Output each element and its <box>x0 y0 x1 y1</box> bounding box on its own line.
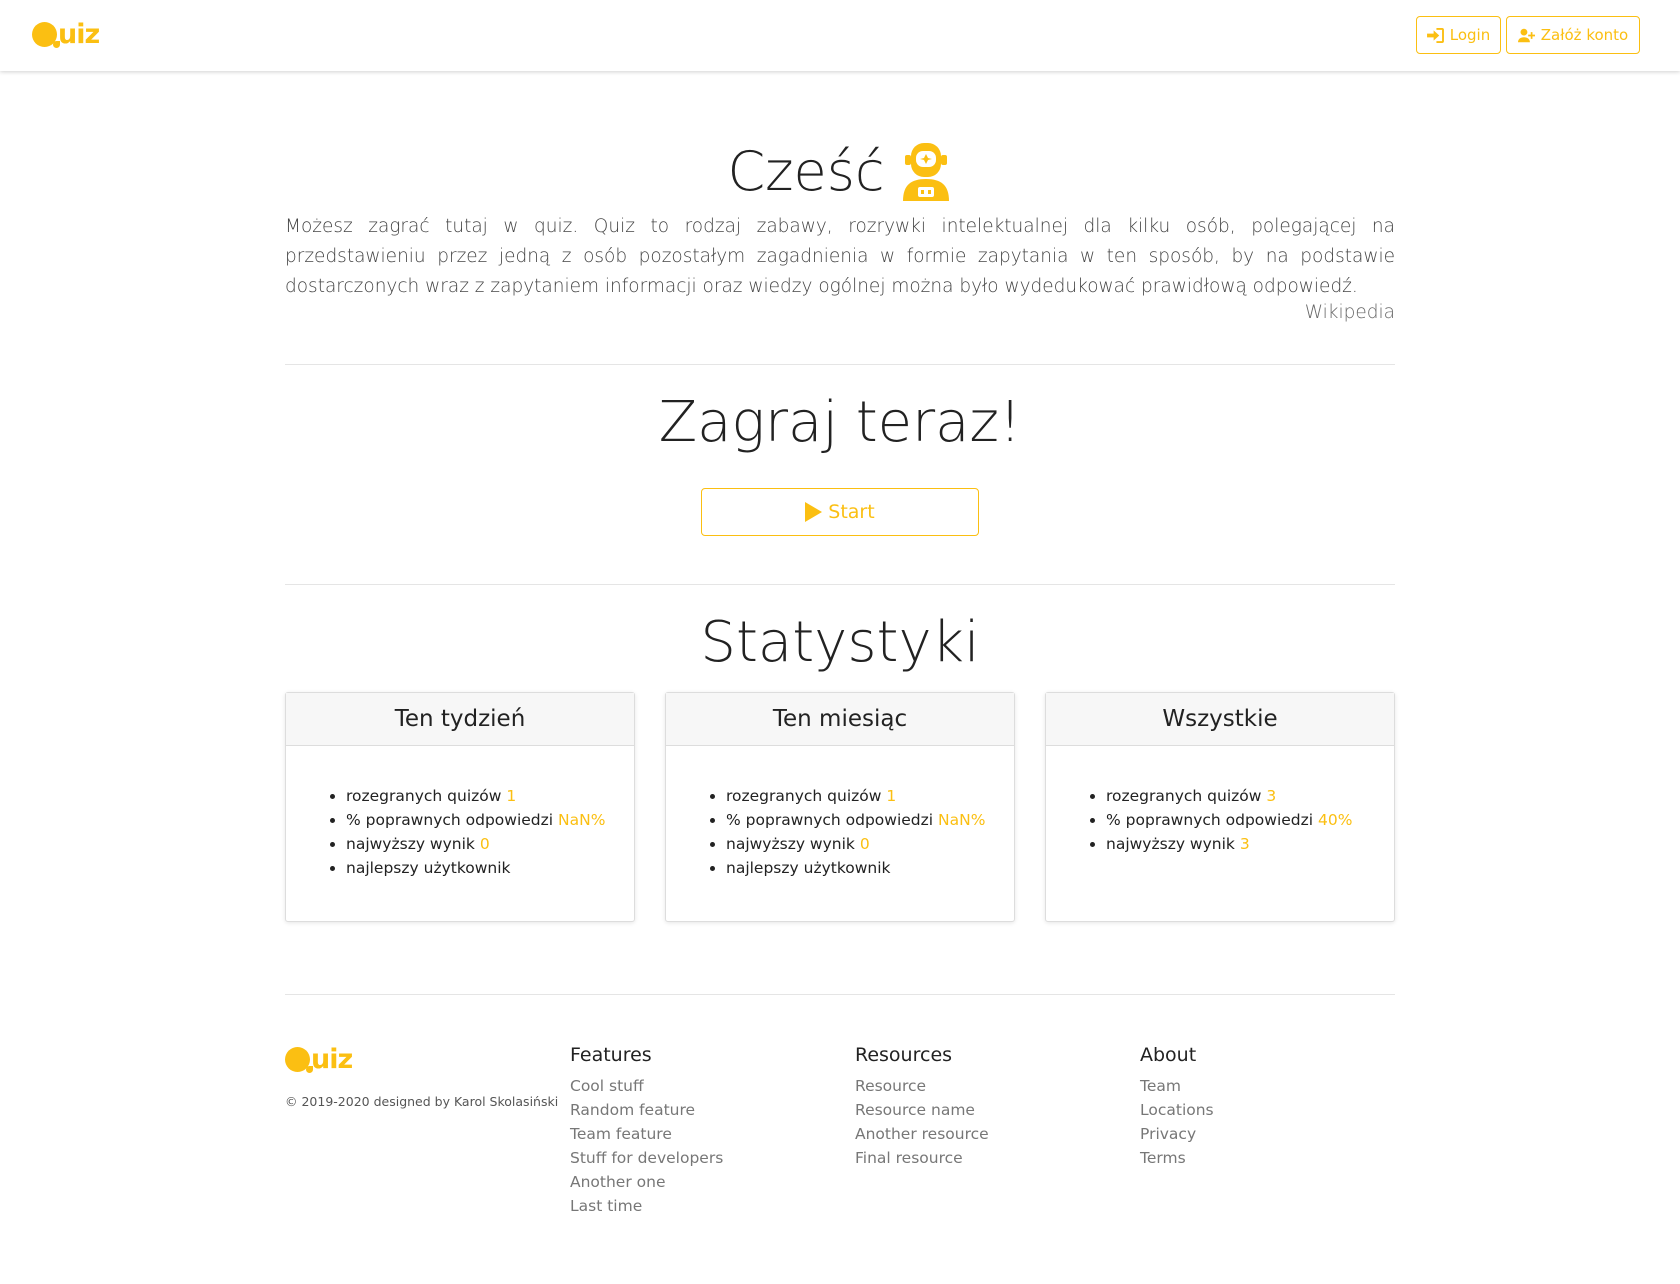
logo-dot <box>285 1047 313 1073</box>
stats-item: najwyższy wynik 3 <box>1106 832 1394 856</box>
stats-item-label: najlepszy użytkownik <box>346 859 511 877</box>
logo-text: uiz <box>311 1044 353 1075</box>
stats-item-label: najwyższy wynik <box>1106 835 1235 853</box>
register-label: Załóż konto <box>1540 26 1629 44</box>
footer-link[interactable]: Stuff for developers <box>570 1146 723 1170</box>
hero-title-row: Cześć <box>285 140 1395 203</box>
quiz-logo[interactable]: uiz <box>32 19 100 50</box>
card-header: Ten tydzień <box>286 693 634 746</box>
main-container: Cześć Możesz zagrać tutaj w quiz. Quiz t… <box>285 0 1395 1284</box>
login-label: Login <box>1449 26 1491 44</box>
footer-link[interactable]: Cool stuff <box>570 1074 723 1098</box>
sign-in-icon <box>1426 27 1444 43</box>
stats-item-value: 1 <box>886 787 897 805</box>
start-button[interactable]: Start <box>701 488 979 536</box>
footer-link[interactable]: Team feature <box>570 1122 723 1146</box>
stats-item: najwyższy wynik 0 <box>346 832 634 856</box>
footer-link[interactable]: Privacy <box>1140 1122 1214 1146</box>
stats-item-label: % poprawnych odpowiedzi <box>346 811 554 829</box>
card-header: Wszystkie <box>1046 693 1394 746</box>
footer-column-title: Features <box>570 1044 652 1066</box>
hero-title: Cześć <box>727 140 885 203</box>
stats-item-value: 0 <box>859 835 870 853</box>
stats-item: rozegranych quizów 3 <box>1106 784 1394 808</box>
footer-column-features: Features Cool stuff Random feature Team … <box>570 1044 723 1218</box>
user-plus-icon <box>1517 28 1535 42</box>
footer-link[interactable]: Last time <box>570 1194 723 1218</box>
card-header: Ten miesiąc <box>666 693 1014 746</box>
footer-column-resources: Resources Resource Resource name Another… <box>855 1044 989 1170</box>
stats-item-value: 3 <box>1266 787 1277 805</box>
stats-item-label: rozegranych quizów <box>346 787 502 805</box>
logo-text: uiz <box>58 19 100 50</box>
stats-title: Statystyki <box>700 610 980 675</box>
stats-item-value: 3 <box>1239 835 1250 853</box>
stats-item-label: % poprawnych odpowiedzi <box>1106 811 1314 829</box>
footer-link[interactable]: Final resource <box>855 1146 989 1170</box>
play-icon <box>805 502 823 522</box>
stats-item: najwyższy wynik 0 <box>726 832 1014 856</box>
stats-item: najlepszy użytkownik <box>726 856 1014 880</box>
footer-link[interactable]: Team <box>1140 1074 1214 1098</box>
footer-column-title: Resources <box>855 1044 953 1066</box>
footer-link[interactable]: Locations <box>1140 1098 1214 1122</box>
logo-dot <box>32 22 60 48</box>
stats-item: rozegranych quizów 1 <box>726 784 1014 808</box>
footer-link[interactable]: Random feature <box>570 1098 723 1122</box>
stats-item-label: najwyższy wynik <box>726 835 855 853</box>
stats-item: najlepszy użytkownik <box>346 856 634 880</box>
stats-list: rozegranych quizów 1 % poprawnych odpowi… <box>666 784 1014 880</box>
source-citation: Wikipedia <box>1304 302 1395 323</box>
footer-link[interactable]: Another one <box>570 1170 723 1194</box>
stats-list: rozegranych quizów 1 % poprawnych odpowi… <box>286 784 634 880</box>
stats-item: % poprawnych odpowiedzi 40% <box>1106 808 1394 832</box>
stats-item-value: NaN% <box>558 811 606 829</box>
stats-list: rozegranych quizów 3 % poprawnych odpowi… <box>1046 784 1394 856</box>
footer-divider <box>285 994 1395 995</box>
stats-item-label: najwyższy wynik <box>346 835 475 853</box>
intro-paragraph: Możesz zagrać tutaj w quiz. Quiz to rodz… <box>285 216 1395 297</box>
login-button[interactable]: Login <box>1416 16 1501 54</box>
stats-item-value: 40% <box>1318 811 1353 829</box>
stats-item-value: 0 <box>479 835 490 853</box>
start-label: Start <box>828 501 875 523</box>
footer-link[interactable]: Resource name <box>855 1098 989 1122</box>
stats-item-label: rozegranych quizów <box>1106 787 1262 805</box>
footer-link[interactable]: Resource <box>855 1074 989 1098</box>
stats-item-label: % poprawnych odpowiedzi <box>726 811 934 829</box>
stats-item-value: NaN% <box>938 811 986 829</box>
stats-item: % poprawnych odpowiedzi NaN% <box>346 808 634 832</box>
stats-item-label: najlepszy użytkownik <box>726 859 891 877</box>
footer-column-title: About <box>1140 1044 1197 1066</box>
stats-item-label: rozegranych quizów <box>726 787 882 805</box>
divider <box>285 364 1395 365</box>
copyright-text: © 2019-2020 designed by Karol Skolasińsk… <box>285 1094 559 1109</box>
footer-column-about: About Team Locations Privacy Terms <box>1140 1044 1214 1170</box>
astronaut-icon <box>902 142 949 201</box>
stats-item: % poprawnych odpowiedzi NaN% <box>726 808 1014 832</box>
stats-card-month: Ten miesiąc rozegranych quizów 1 % popra… <box>665 692 1015 922</box>
footer-logo[interactable]: uiz <box>285 1044 353 1075</box>
stats-item: rozegranych quizów 1 <box>346 784 634 808</box>
footer-link[interactable]: Another resource <box>855 1122 989 1146</box>
stats-card-week: Ten tydzień rozegranych quizów 1 % popra… <box>285 692 635 922</box>
divider <box>285 584 1395 585</box>
stats-card-all: Wszystkie rozegranych quizów 3 % poprawn… <box>1045 692 1395 922</box>
register-button[interactable]: Załóż konto <box>1506 16 1640 54</box>
stats-item-value: 1 <box>506 787 517 805</box>
footer-link[interactable]: Terms <box>1140 1146 1214 1170</box>
play-title: Zagraj teraz! <box>658 390 1022 455</box>
